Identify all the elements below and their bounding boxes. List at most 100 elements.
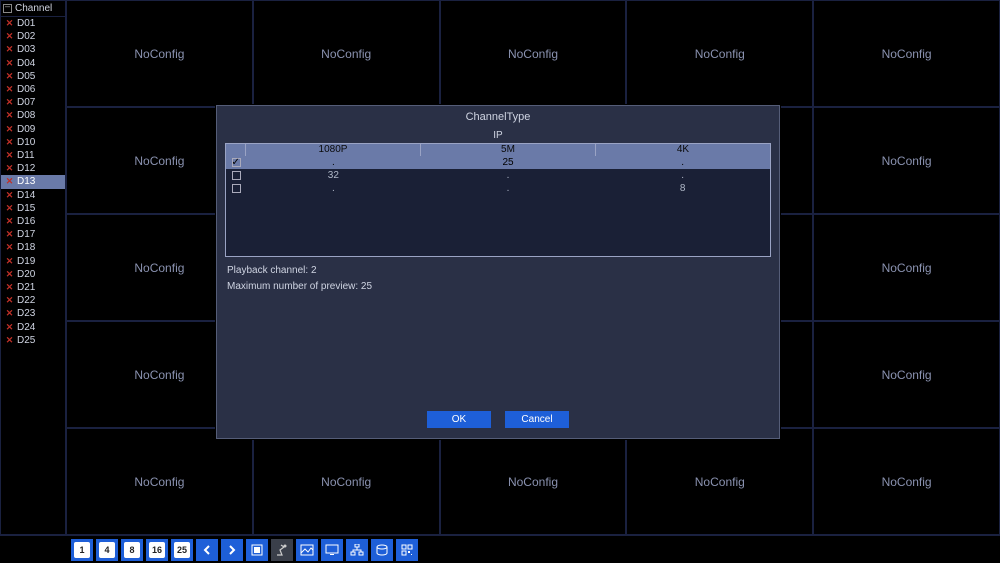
channel-label: D22	[17, 294, 35, 307]
col-5m[interactable]: 5M	[421, 144, 596, 156]
video-cell[interactable]: NoConfig	[626, 428, 813, 535]
cell-5m: .	[421, 169, 596, 182]
video-cell[interactable]: NoConfig	[253, 428, 440, 535]
cancel-button[interactable]: Cancel	[505, 411, 569, 428]
cell-status: NoConfig	[695, 47, 745, 61]
channel-item[interactable]: ✕D20	[1, 268, 65, 281]
video-cell[interactable]: NoConfig	[66, 0, 253, 107]
collapse-icon[interactable]	[3, 4, 12, 13]
disconnected-icon: ✕	[5, 294, 14, 307]
disconnected-icon: ✕	[5, 215, 14, 228]
channel-item[interactable]: ✕D19	[1, 255, 65, 268]
monitor-button[interactable]	[321, 539, 343, 561]
fullscreen-button[interactable]	[246, 539, 268, 561]
channel-item[interactable]: ✕D07	[1, 96, 65, 109]
channel-label: D12	[17, 162, 35, 175]
table-row[interactable]: .25.	[226, 156, 770, 169]
video-cell[interactable]: NoConfig	[440, 428, 627, 535]
view-16-button[interactable]: 16	[146, 539, 168, 561]
channel-item[interactable]: ✕D01	[1, 17, 65, 30]
channel-item[interactable]: ✕D06	[1, 83, 65, 96]
video-cell[interactable]: NoConfig	[253, 0, 440, 107]
row-checkbox[interactable]	[232, 158, 241, 167]
channel-item[interactable]: ✕D04	[1, 57, 65, 70]
video-cell[interactable]: NoConfig	[626, 0, 813, 107]
channel-item[interactable]: ✕D18	[1, 241, 65, 254]
sidebar-title: Channel	[15, 3, 52, 14]
channel-item[interactable]: ✕D02	[1, 30, 65, 43]
qr-button[interactable]	[396, 539, 418, 561]
channel-label: D14	[17, 189, 35, 202]
table-row[interactable]: 32..	[226, 169, 770, 182]
channel-item[interactable]: ✕D22	[1, 294, 65, 307]
network-button[interactable]	[346, 539, 368, 561]
cell-status: NoConfig	[882, 154, 932, 168]
channel-label: D02	[17, 30, 35, 43]
channel-item[interactable]: ✕D17	[1, 228, 65, 241]
disconnected-icon: ✕	[5, 83, 14, 96]
view-8-button[interactable]: 8	[121, 539, 143, 561]
channel-item[interactable]: ✕D10	[1, 136, 65, 149]
view-count-label: 1	[74, 542, 90, 558]
prev-button[interactable]	[196, 539, 218, 561]
table-body: .25.32....8	[226, 156, 770, 256]
video-cell[interactable]: NoConfig	[66, 428, 253, 535]
channel-label: D16	[17, 215, 35, 228]
disconnected-icon: ✕	[5, 241, 14, 254]
channel-item[interactable]: ✕D25	[1, 334, 65, 347]
sidebar-header[interactable]: Channel	[1, 1, 65, 17]
cell-status: NoConfig	[882, 368, 932, 382]
col-1080p[interactable]: 1080P	[246, 144, 421, 156]
col-checkbox	[226, 144, 246, 156]
ptz-button[interactable]	[271, 539, 293, 561]
channel-item[interactable]: ✕D03	[1, 43, 65, 56]
cell-status: NoConfig	[134, 47, 184, 61]
view-count-label: 16	[149, 542, 165, 558]
channel-item[interactable]: ✕D12	[1, 162, 65, 175]
disconnected-icon: ✕	[5, 228, 14, 241]
disconnected-icon: ✕	[5, 307, 14, 320]
image-button[interactable]	[296, 539, 318, 561]
table-row[interactable]: ..8	[226, 182, 770, 195]
disconnected-icon: ✕	[5, 149, 14, 162]
channel-type-table: 1080P 5M 4K .25.32....8	[225, 143, 771, 257]
cell-status: NoConfig	[321, 475, 371, 489]
channel-item[interactable]: ✕D21	[1, 281, 65, 294]
channel-item[interactable]: ✕D11	[1, 149, 65, 162]
channel-item[interactable]: ✕D23	[1, 307, 65, 320]
video-cell[interactable]: NoConfig	[813, 321, 1000, 428]
video-cell[interactable]: NoConfig	[813, 214, 1000, 321]
disk-button[interactable]	[371, 539, 393, 561]
channel-item[interactable]: ✕D14	[1, 189, 65, 202]
video-cell[interactable]: NoConfig	[440, 0, 627, 107]
video-cell[interactable]: NoConfig	[813, 107, 1000, 214]
row-checkbox[interactable]	[232, 184, 241, 193]
view-1-button[interactable]: 1	[71, 539, 93, 561]
channel-sidebar: Channel ✕D01✕D02✕D03✕D04✕D05✕D06✕D07✕D08…	[0, 0, 66, 535]
channel-label: D09	[17, 123, 35, 136]
video-cell[interactable]: NoConfig	[813, 428, 1000, 535]
channel-item[interactable]: ✕D05	[1, 70, 65, 83]
channel-item[interactable]: ✕D24	[1, 321, 65, 334]
table-header: 1080P 5M 4K	[226, 144, 770, 156]
col-4k[interactable]: 4K	[596, 144, 770, 156]
dialog-title: ChannelType	[217, 106, 779, 130]
view-4-button[interactable]: 4	[96, 539, 118, 561]
channel-item[interactable]: ✕D09	[1, 123, 65, 136]
next-button[interactable]	[221, 539, 243, 561]
channel-label: D20	[17, 268, 35, 281]
channel-label: D06	[17, 83, 35, 96]
channel-item[interactable]: ✕D15	[1, 202, 65, 215]
channel-item[interactable]: ✕D08	[1, 109, 65, 122]
view-25-button[interactable]: 25	[171, 539, 193, 561]
ok-button[interactable]: OK	[427, 411, 491, 428]
channel-item[interactable]: ✕D16	[1, 215, 65, 228]
channel-item[interactable]: ✕D13	[1, 175, 65, 188]
channel-label: D23	[17, 307, 35, 320]
channel-label: D01	[17, 17, 35, 30]
ip-header-label: IP	[225, 130, 771, 143]
video-cell[interactable]: NoConfig	[813, 0, 1000, 107]
row-checkbox[interactable]	[232, 171, 241, 180]
bottom-toolbar: 148 16 25	[0, 535, 1000, 563]
cell-status: NoConfig	[134, 154, 184, 168]
